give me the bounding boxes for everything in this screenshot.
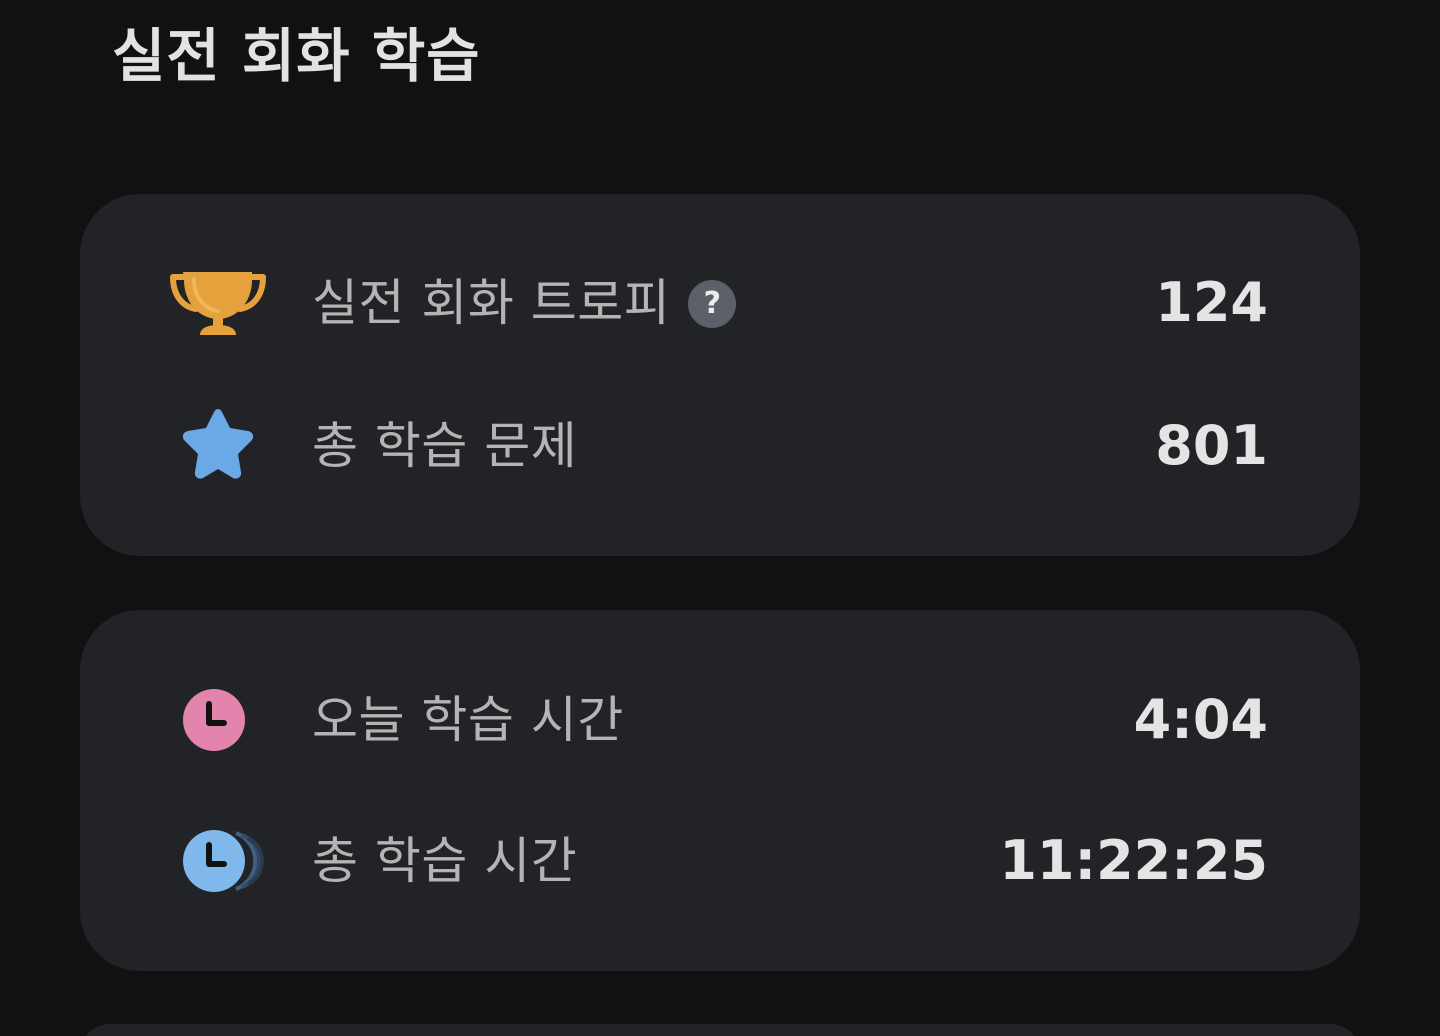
learning-stats-page: 실전 회화 학습 실전 회화 트로피? 124 총 학습 문제 801 오늘 학… [0,0,1440,1036]
page-title: 실전 회화 학습 [112,22,481,90]
star-icon [170,406,266,486]
total-problems-label: 총 학습 문제 [312,417,578,475]
clock-icon [170,680,266,760]
total-problems-count: 801 [1155,414,1268,477]
stats-card-time: 오늘 학습 시간 4:04 총 학습 시간 11:22:25 [80,610,1360,971]
stats-card-achievements: 실전 회화 트로피? 124 총 학습 문제 801 [80,194,1360,556]
today-time-row: 오늘 학습 시간 4:04 [80,680,1360,760]
trophy-row: 실전 회화 트로피? 124 [80,263,1360,343]
stats-card-more [80,1024,1360,1036]
total-time-value: 11:22:25 [999,829,1268,892]
today-time-label: 오늘 학습 시간 [312,691,624,749]
clock-stack-icon [170,821,266,901]
total-time-label: 총 학습 시간 [312,832,578,890]
trophy-icon [170,263,266,343]
trophy-label: 실전 회화 트로피? [312,263,737,343]
trophy-count: 124 [1155,271,1268,334]
today-time-value: 4:04 [1133,688,1268,751]
total-problems-row: 총 학습 문제 801 [80,406,1360,486]
help-icon[interactable]: ? [688,279,737,328]
total-time-row: 총 학습 시간 11:22:25 [80,821,1360,901]
